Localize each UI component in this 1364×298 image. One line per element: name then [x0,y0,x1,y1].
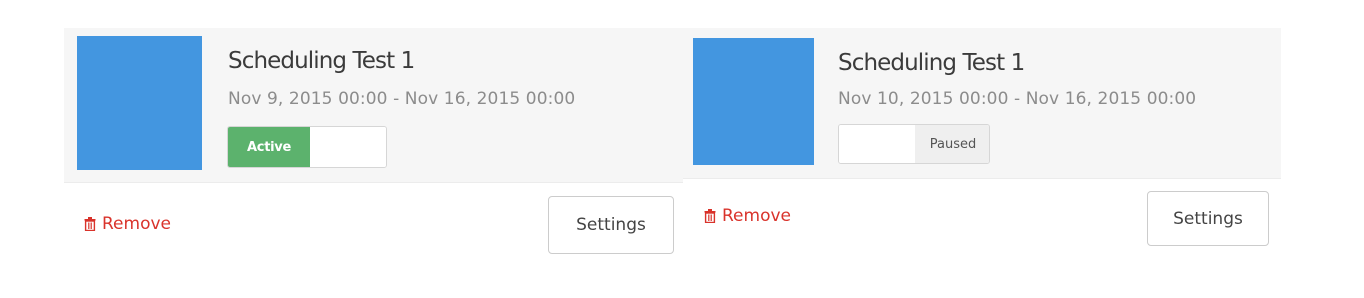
status-paused-label: Paused [915,125,989,163]
settings-button[interactable]: Settings [1147,191,1269,246]
campaign-title: Scheduling Test 1 [838,50,1025,76]
remove-link[interactable]: Remove [704,206,791,226]
card-divider [64,182,684,183]
campaign-card: Scheduling Test 1 Nov 9, 2015 00:00 - No… [64,28,684,268]
campaign-thumbnail [693,38,814,165]
toggle-knob [839,125,915,163]
trash-icon [704,209,716,223]
trash-icon [84,217,96,231]
remove-link[interactable]: Remove [84,214,171,234]
campaign-thumbnail [77,36,202,170]
status-active-label: Active [228,127,310,167]
remove-label: Remove [722,206,791,226]
campaign-title: Scheduling Test 1 [228,48,415,74]
campaign-date-range: Nov 10, 2015 00:00 - Nov 16, 2015 00:00 [838,89,1197,109]
settings-button[interactable]: Settings [548,196,674,254]
campaign-card: Scheduling Test 1 Nov 10, 2015 00:00 - N… [683,28,1281,268]
campaign-date-range: Nov 9, 2015 00:00 - Nov 16, 2015 00:00 [228,89,576,109]
toggle-knob [310,127,386,167]
status-toggle[interactable]: Paused [838,124,990,164]
card-divider [683,178,1281,179]
status-toggle[interactable]: Active [227,126,387,168]
remove-label: Remove [102,214,171,234]
